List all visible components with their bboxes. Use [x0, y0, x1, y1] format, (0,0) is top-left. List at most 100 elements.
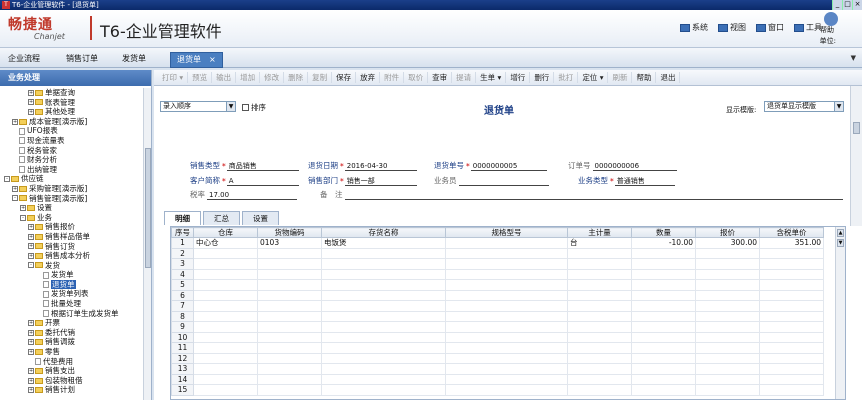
table-cell[interactable]: 台 — [567, 237, 632, 249]
table-cell[interactable] — [445, 352, 568, 364]
toolbar-button[interactable]: 打印 ▾ — [158, 72, 189, 83]
toolbar-button[interactable]: 复制 — [308, 72, 333, 83]
table-cell[interactable] — [759, 321, 824, 333]
table-cell[interactable] — [631, 300, 696, 312]
tree-node[interactable]: 代垫费用 — [0, 357, 144, 367]
table-cell[interactable] — [631, 373, 696, 385]
table-cell[interactable] — [193, 300, 258, 312]
toolbar-button[interactable]: 生单 ▾ — [476, 72, 507, 83]
table-cell[interactable] — [695, 247, 760, 259]
table-cell[interactable] — [759, 310, 824, 322]
expand-icon[interactable]: + — [28, 108, 34, 115]
table-cell[interactable] — [567, 247, 632, 259]
column-header[interactable]: 报价 — [695, 227, 760, 238]
table-cell[interactable] — [321, 310, 446, 322]
toolbar-button[interactable]: 删除 — [284, 72, 309, 83]
tab-summary[interactable]: 汇总 — [203, 211, 240, 225]
table-cell[interactable] — [631, 289, 696, 301]
table-cell[interactable] — [631, 247, 696, 259]
tree-node[interactable]: - 供应链 — [0, 174, 144, 184]
table-row[interactable]: 8 — [171, 310, 824, 322]
close-icon[interactable]: × — [209, 55, 216, 64]
scroll-up-icon[interactable]: ▲ — [837, 229, 844, 237]
tree-node[interactable]: + 销售调拨 — [0, 337, 144, 347]
table-cell[interactable] — [445, 384, 568, 396]
tree-node[interactable]: + 成本管理[演示版] — [0, 117, 144, 127]
tree-node[interactable]: + 零售 — [0, 347, 144, 357]
tree-node[interactable]: + 采购管理[演示版] — [0, 184, 144, 194]
table-cell[interactable]: 300.00 — [695, 237, 760, 249]
menu-system[interactable]: 系统 — [680, 22, 708, 33]
table-cell[interactable] — [193, 363, 258, 375]
collapse-icon[interactable]: - — [4, 176, 10, 183]
table-cell[interactable] — [257, 279, 322, 291]
table-cell[interactable] — [567, 342, 632, 354]
table-cell[interactable] — [759, 342, 824, 354]
table-row[interactable]: 15 — [171, 384, 824, 396]
tree-node[interactable]: + 设置 — [0, 203, 144, 213]
table-cell[interactable]: 中心仓 — [193, 237, 258, 249]
menu-view[interactable]: 视图 — [718, 22, 746, 33]
table-cell[interactable] — [567, 258, 632, 270]
table-cell[interactable] — [631, 268, 696, 280]
table-cell[interactable] — [321, 384, 446, 396]
table-cell[interactable] — [631, 384, 696, 396]
table-cell[interactable] — [759, 279, 824, 291]
table-cell[interactable] — [567, 300, 632, 312]
tree-node[interactable]: 根据订单生成发货单 — [0, 309, 144, 319]
table-cell[interactable] — [631, 321, 696, 333]
table-cell[interactable] — [695, 342, 760, 354]
table-cell[interactable] — [257, 289, 322, 301]
table-cell[interactable]: 电饭煲 — [321, 237, 446, 249]
table-cell[interactable] — [567, 384, 632, 396]
table-cell[interactable] — [695, 310, 760, 322]
tree-node[interactable]: + 其他处理 — [0, 107, 144, 117]
tax-rate-input[interactable]: 17.00 — [207, 190, 297, 200]
table-cell[interactable] — [695, 373, 760, 385]
toolbar-button[interactable]: 刷新 — [608, 72, 633, 83]
table-cell[interactable] — [445, 363, 568, 375]
toolbar-button[interactable]: 批打 — [554, 72, 579, 83]
help-label[interactable]: 帮助 — [820, 25, 834, 35]
table-cell[interactable] — [321, 331, 446, 343]
table-cell[interactable] — [445, 321, 568, 333]
table-cell[interactable] — [631, 279, 696, 291]
return-date-input[interactable]: 2016-04-30 — [344, 161, 417, 171]
toolbar-button[interactable]: 增行 — [506, 72, 531, 83]
expand-icon[interactable]: + — [28, 252, 34, 259]
table-cell[interactable] — [445, 310, 568, 322]
table-cell[interactable] — [759, 352, 824, 364]
column-header[interactable]: 数量 — [631, 227, 696, 238]
toolbar-button[interactable]: 预览 — [188, 72, 213, 83]
table-cell[interactable] — [695, 352, 760, 364]
tree-node[interactable]: 批量处理 — [0, 299, 144, 309]
column-header[interactable]: 主计量 — [567, 227, 632, 238]
table-cell[interactable] — [631, 331, 696, 343]
tree-node[interactable]: + 单据查询 — [0, 88, 144, 98]
expand-icon[interactable]: + — [28, 387, 34, 394]
table-cell[interactable] — [193, 321, 258, 333]
table-cell[interactable] — [321, 352, 446, 364]
tree-node[interactable]: - 业务 — [0, 213, 144, 223]
tree-node[interactable]: 发货单 — [0, 270, 144, 280]
tab-return[interactable]: 退货单 × — [170, 52, 223, 68]
table-cell[interactable] — [193, 247, 258, 259]
expand-icon[interactable]: + — [28, 329, 34, 336]
toolbar-button[interactable]: 增加 — [236, 72, 261, 83]
tab-settings[interactable]: 设置 — [242, 211, 279, 225]
column-header[interactable]: 货物编码 — [257, 227, 322, 238]
table-cell[interactable] — [695, 268, 760, 280]
toolbar-button[interactable]: 定位 ▾ — [578, 72, 609, 83]
toolbar-button[interactable]: 放弃 — [356, 72, 381, 83]
table-cell[interactable] — [695, 258, 760, 270]
sort-checkbox[interactable]: 排序 — [242, 102, 266, 113]
salesman-input[interactable] — [458, 176, 549, 186]
remark-input[interactable] — [344, 190, 843, 200]
table-cell[interactable] — [759, 268, 824, 280]
tree-node[interactable]: 财务分析 — [0, 155, 144, 165]
table-cell[interactable] — [759, 331, 824, 343]
toolbar-button[interactable]: 保存 — [332, 72, 357, 83]
form-scrollbar[interactable] — [850, 86, 862, 226]
table-cell[interactable] — [321, 268, 446, 280]
template-select[interactable]: 退货单显示模版 ▼ — [764, 101, 844, 112]
